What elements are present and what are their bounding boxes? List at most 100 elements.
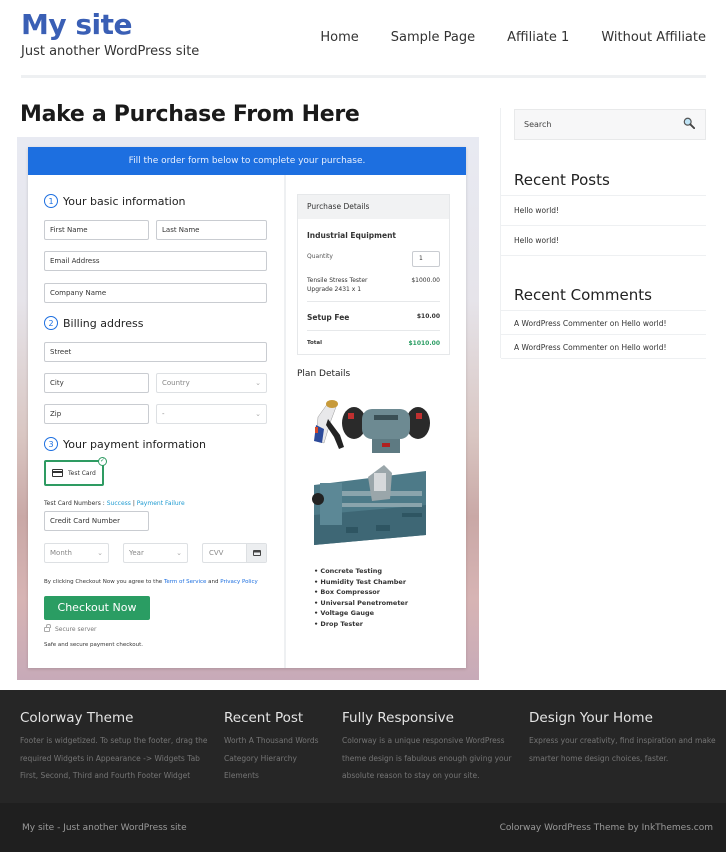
year-select-value: Year [129,549,144,557]
footer-text-line: smarter home design choices, faster. [529,753,669,763]
month-select[interactable]: Month ⌄ [44,543,109,563]
search-placeholder: Search [524,120,552,129]
cvv-placeholder: CVV [209,549,224,557]
recent-comment-link[interactable]: A WordPress Commenter on Hello world! [514,319,667,328]
setup-fee-row: Setup Fee $10.00 [307,313,440,322]
street-input[interactable]: Street [44,342,267,362]
form-banner: Fill the order form below to complete yo… [28,147,466,175]
payment-method-label: Test Card [68,469,96,477]
footer-theme-credit[interactable]: Colorway WordPress Theme by InkThemes.co… [500,823,713,833]
checkout-now-button[interactable]: Checkout Now [44,596,150,620]
chevron-down-icon: ⌄ [97,549,103,557]
test-failure-link[interactable]: Payment Failure [137,500,185,507]
footer-col-title: Recent Post [224,710,304,726]
footer-text-line: Footer is widgetized. To setup the foote… [20,736,208,745]
plan-features-list: Concrete Testing Humidity Test Chamber B… [314,566,408,629]
recent-posts-title: Recent Posts [514,171,610,189]
recent-comment-link[interactable]: A WordPress Commenter on Hello world! [514,343,667,352]
zip-input[interactable]: Zip [44,404,149,424]
test-card-label: Test Card Numbers : [44,500,105,507]
divider [501,310,706,311]
step-title: Your payment information [63,437,206,451]
form-column-divider [284,175,286,668]
agreement-prefix: By clicking Checkout Now you agree to th… [44,579,163,585]
country-select[interactable]: Country ⌄ [156,373,267,393]
nav-affiliate-1[interactable]: Affiliate 1 [507,30,569,45]
step-title: Billing address [63,316,144,330]
lock-icon [44,624,51,632]
secure-server-label: Secure server [55,626,97,633]
cvv-input[interactable]: CVV [202,543,267,563]
search-icon[interactable] [683,117,695,129]
recent-comments-title: Recent Comments [514,286,652,304]
divider [501,255,706,256]
nav-without-affiliate[interactable]: Without Affiliate [601,30,706,45]
check-icon: ✓ [98,457,107,466]
line-item-price: $1000.00 [411,277,440,284]
city-input[interactable]: City [44,373,149,393]
footer-post-link[interactable]: Category Hierarchy [224,750,334,768]
footer-col-design-home: Design Your Home Express your creativity… [529,710,724,767]
country-select-value: Country [162,379,190,387]
card-number-input[interactable]: Credit Card Number [44,511,149,531]
sidebar-divider [500,108,501,358]
test-separator: | [132,500,135,507]
plan-feature: Box Compressor [314,587,408,598]
footer-post-link[interactable]: Worth A Thousand Words [224,732,334,750]
agreement-and: and [208,579,219,585]
footer-text-line: First, Second, Third and Fourth Footer W… [20,771,191,780]
footer-post-link[interactable]: Elements [224,767,334,785]
divider [501,358,706,359]
footer-text-line: Colorway is a unique responsive WordPres… [342,736,505,745]
purchase-details: Purchase Details Industrial Equipment Qu… [297,194,450,355]
main-nav: Home Sample Page Affiliate 1 Without Aff… [288,30,706,45]
divider [501,195,706,196]
footer-col-title: Design Your Home [529,710,653,726]
state-select-value: - [162,410,165,418]
nav-sample-page[interactable]: Sample Page [391,30,475,45]
header-divider [21,75,706,78]
payment-method-test-card[interactable]: Test Card ✓ [44,457,107,486]
line-item: Tensile Stress Tester Upgrade 2431 x 1 $… [307,276,440,294]
page-title: Make a Purchase From Here [20,102,360,127]
step-number-icon: 1 [44,194,58,208]
order-form: Fill the order form below to complete yo… [28,147,466,668]
step-number-icon: 3 [44,437,58,451]
nav-home[interactable]: Home [320,30,358,45]
setup-fee-label: Setup Fee [307,313,350,322]
divider [501,334,706,335]
line-item-detail: Upgrade 2431 x 1 [307,286,362,293]
agreement-text: By clicking Checkout Now you agree to th… [44,579,258,585]
footer-text-line: Express your creativity, find inspiratio… [529,736,716,745]
total-value: $1010.00 [408,340,440,347]
footer-site-credit[interactable]: My site - Just another WordPress site [22,823,187,833]
plan-feature: Universal Penetrometer [314,598,408,609]
purchase-details-heading: Purchase Details [298,195,449,219]
plan-details-heading: Plan Details [297,369,351,379]
recent-post-link[interactable]: Hello world! [514,206,559,215]
secure-note: Safe and secure payment checkout. [44,642,143,648]
company-input[interactable]: Company Name [44,283,267,303]
privacy-link[interactable]: Privacy Policy [220,579,257,585]
credit-card-icon [52,469,63,477]
site-title[interactable]: My site [21,8,133,41]
terms-link[interactable]: Term of Service [164,579,206,585]
test-card-numbers: Test Card Numbers : Success | Payment Fa… [44,500,185,507]
step-number-icon: 2 [44,316,58,330]
chevron-down-icon: ⌄ [176,549,182,557]
last-name-input[interactable]: Last Name [156,220,267,240]
test-success-link[interactable]: Success [107,500,131,507]
divider [501,225,706,226]
total-row: Total $1010.00 [307,340,440,347]
plan-feature: Voltage Gauge [314,608,408,619]
plan-feature: Humidity Test Chamber [314,577,408,588]
year-select[interactable]: Year ⌄ [123,543,188,563]
recent-post-link[interactable]: Hello world! [514,236,559,245]
state-select[interactable]: - ⌄ [156,404,267,424]
month-select-value: Month [50,549,72,557]
email-input[interactable]: Email Address [44,251,267,271]
quantity-input[interactable]: 1 [412,251,440,267]
first-name-input[interactable]: First Name [44,220,149,240]
footer-text-line: absolute reason to stay on your site. [342,771,480,780]
search-input[interactable]: Search [514,109,706,140]
